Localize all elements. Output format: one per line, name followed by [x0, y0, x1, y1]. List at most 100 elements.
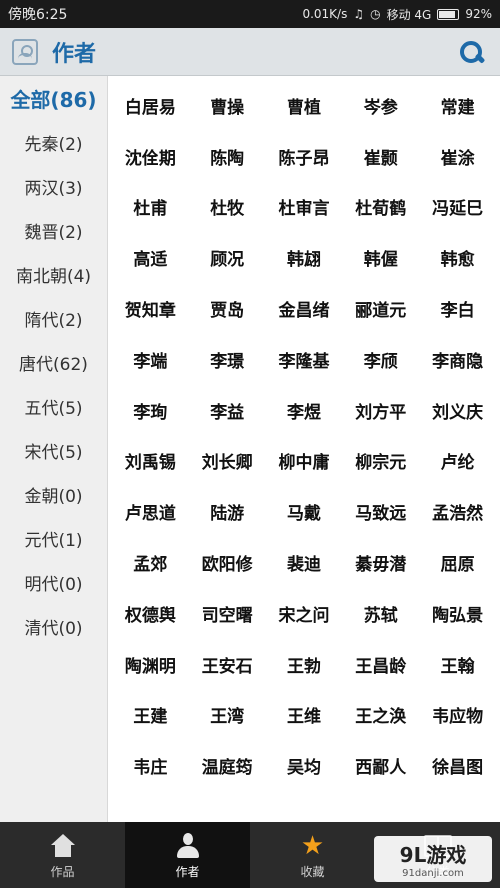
- author-item[interactable]: 屈原: [419, 537, 496, 588]
- author-item[interactable]: 杜荀鹤: [342, 182, 419, 233]
- author-item[interactable]: 刘方平: [342, 385, 419, 436]
- author-item[interactable]: 孟浩然: [419, 486, 496, 537]
- author-item[interactable]: 曹操: [189, 80, 266, 131]
- author-item[interactable]: 冯延巳: [419, 182, 496, 233]
- author-item[interactable]: 李珣: [112, 385, 189, 436]
- sidebar-item-song[interactable]: 宋代(5): [0, 428, 107, 472]
- author-item[interactable]: 卢纶: [419, 436, 496, 487]
- author-item[interactable]: 陶渊明: [112, 639, 189, 690]
- author-item[interactable]: 宋之问: [266, 588, 343, 639]
- author-item[interactable]: 王之涣: [342, 690, 419, 741]
- author-item[interactable]: 李白: [419, 283, 496, 334]
- author-item[interactable]: 陆游: [189, 486, 266, 537]
- author-item[interactable]: 王维: [266, 690, 343, 741]
- author-item[interactable]: 欧阳修: [189, 537, 266, 588]
- author-item[interactable]: 韩翃: [266, 232, 343, 283]
- author-item[interactable]: 李端: [112, 334, 189, 385]
- author-item[interactable]: 郦道元: [342, 283, 419, 334]
- sidebar-item-qing[interactable]: 清代(0): [0, 604, 107, 648]
- author-item[interactable]: 陈陶: [189, 131, 266, 182]
- sidebar-item-wudai[interactable]: 五代(5): [0, 384, 107, 428]
- watermark-url: 91danji.com: [402, 868, 464, 879]
- sidebar-item-xianqin[interactable]: 先秦(2): [0, 120, 107, 164]
- sidebar-item-weijin[interactable]: 魏晋(2): [0, 208, 107, 252]
- author-item[interactable]: 西鄙人: [342, 740, 419, 791]
- author-item[interactable]: 徐昌图: [419, 740, 496, 791]
- author-item[interactable]: 韩愈: [419, 232, 496, 283]
- app-header: 作者: [0, 28, 500, 76]
- author-item[interactable]: 王湾: [189, 690, 266, 741]
- author-item[interactable]: 马戴: [266, 486, 343, 537]
- author-item[interactable]: 韦应物: [419, 690, 496, 741]
- author-item[interactable]: 李益: [189, 385, 266, 436]
- tab-authors-label: 作者: [175, 864, 200, 879]
- sidebar-item-nanbeichao[interactable]: 南北朝(4): [0, 252, 107, 296]
- author-item[interactable]: 白居易: [112, 80, 189, 131]
- author-item[interactable]: 王翰: [419, 639, 496, 690]
- author-item[interactable]: 吴均: [266, 740, 343, 791]
- author-item[interactable]: 崔涂: [419, 131, 496, 182]
- author-item[interactable]: 李璟: [189, 334, 266, 385]
- author-item[interactable]: 苏轼: [342, 588, 419, 639]
- author-item[interactable]: 王安石: [189, 639, 266, 690]
- author-item[interactable]: 李颀: [342, 334, 419, 385]
- author-item[interactable]: 刘长卿: [189, 436, 266, 487]
- author-item[interactable]: 柳中庸: [266, 436, 343, 487]
- sidebar-item-lianghan[interactable]: 两汉(3): [0, 164, 107, 208]
- alarm-icon: ◷: [370, 7, 381, 21]
- mute-icon: ♫: [353, 7, 365, 21]
- author-item[interactable]: 权德舆: [112, 588, 189, 639]
- author-item[interactable]: 孟郊: [112, 537, 189, 588]
- author-item[interactable]: 高适: [112, 232, 189, 283]
- author-item[interactable]: 柳宗元: [342, 436, 419, 487]
- author-item[interactable]: 司空曙: [189, 588, 266, 639]
- watermark-logo: 9L游戏: [399, 843, 467, 867]
- author-item[interactable]: 温庭筠: [189, 740, 266, 791]
- sidebar-item-jin[interactable]: 金朝(0): [0, 472, 107, 516]
- author-item[interactable]: 卢思道: [112, 486, 189, 537]
- author-item[interactable]: 贾岛: [189, 283, 266, 334]
- author-item[interactable]: 杜牧: [189, 182, 266, 233]
- author-item[interactable]: 李商隐: [419, 334, 496, 385]
- author-item[interactable]: 贺知章: [112, 283, 189, 334]
- sidebar-item-ming[interactable]: 明代(0): [0, 560, 107, 604]
- tab-authors[interactable]: 作者: [125, 822, 250, 888]
- author-item[interactable]: 李煜: [266, 385, 343, 436]
- author-item[interactable]: 韦庄: [112, 740, 189, 791]
- author-item[interactable]: 曹植: [266, 80, 343, 131]
- sidebar-item-tang[interactable]: 唐代(62): [0, 340, 107, 384]
- author-item[interactable]: 裴迪: [266, 537, 343, 588]
- status-bar: 傍晚6:25 0.01K/s ♫ ◷ 移动 4G 92%: [0, 0, 500, 28]
- author-item[interactable]: 杜审言: [266, 182, 343, 233]
- author-item[interactable]: 王建: [112, 690, 189, 741]
- author-item[interactable]: 王昌龄: [342, 639, 419, 690]
- author-badge-icon: [12, 38, 38, 65]
- tab-favorites[interactable]: ★ 收藏: [250, 822, 375, 888]
- sidebar-item-all[interactable]: 全部(86): [0, 76, 107, 120]
- author-item[interactable]: 岑参: [342, 80, 419, 131]
- author-item[interactable]: 沈佺期: [112, 131, 189, 182]
- author-item[interactable]: 顾况: [189, 232, 266, 283]
- author-item[interactable]: 常建: [419, 80, 496, 131]
- site-watermark: 9L游戏 91danji.com: [374, 836, 492, 882]
- sidebar-item-yuan[interactable]: 元代(1): [0, 516, 107, 560]
- author-item[interactable]: 杜甫: [112, 182, 189, 233]
- sidebar-item-sui[interactable]: 隋代(2): [0, 296, 107, 340]
- tab-works[interactable]: 作品: [0, 822, 125, 888]
- author-item[interactable]: 刘义庆: [419, 385, 496, 436]
- author-item[interactable]: 马致远: [342, 486, 419, 537]
- author-item[interactable]: 陈子昂: [266, 131, 343, 182]
- search-icon[interactable]: [458, 39, 484, 65]
- author-item[interactable]: 金昌绪: [266, 283, 343, 334]
- author-grid: 白居易 曹操 曹植 岑参 常建沈佺期 陈陶 陈子昂 崔颢 崔涂杜甫 杜牧 杜审言 杜荀鹤 冯延巳高适 顾况…: [112, 80, 496, 820]
- author-item[interactable]: 崔颢: [342, 131, 419, 182]
- author-item[interactable]: 陶弘景: [419, 588, 496, 639]
- author-item[interactable]: 李隆基: [266, 334, 343, 385]
- star-icon: ★: [300, 830, 325, 861]
- status-right: 0.01K/s ♫ ◷ 移动 4G 92%: [302, 6, 492, 23]
- author-item[interactable]: 綦毋潜: [342, 537, 419, 588]
- author-item[interactable]: 王勃: [266, 639, 343, 690]
- author-item[interactable]: 刘禹锡: [112, 436, 189, 487]
- status-time: 傍晚6:25: [8, 7, 68, 23]
- author-item[interactable]: 韩偓: [342, 232, 419, 283]
